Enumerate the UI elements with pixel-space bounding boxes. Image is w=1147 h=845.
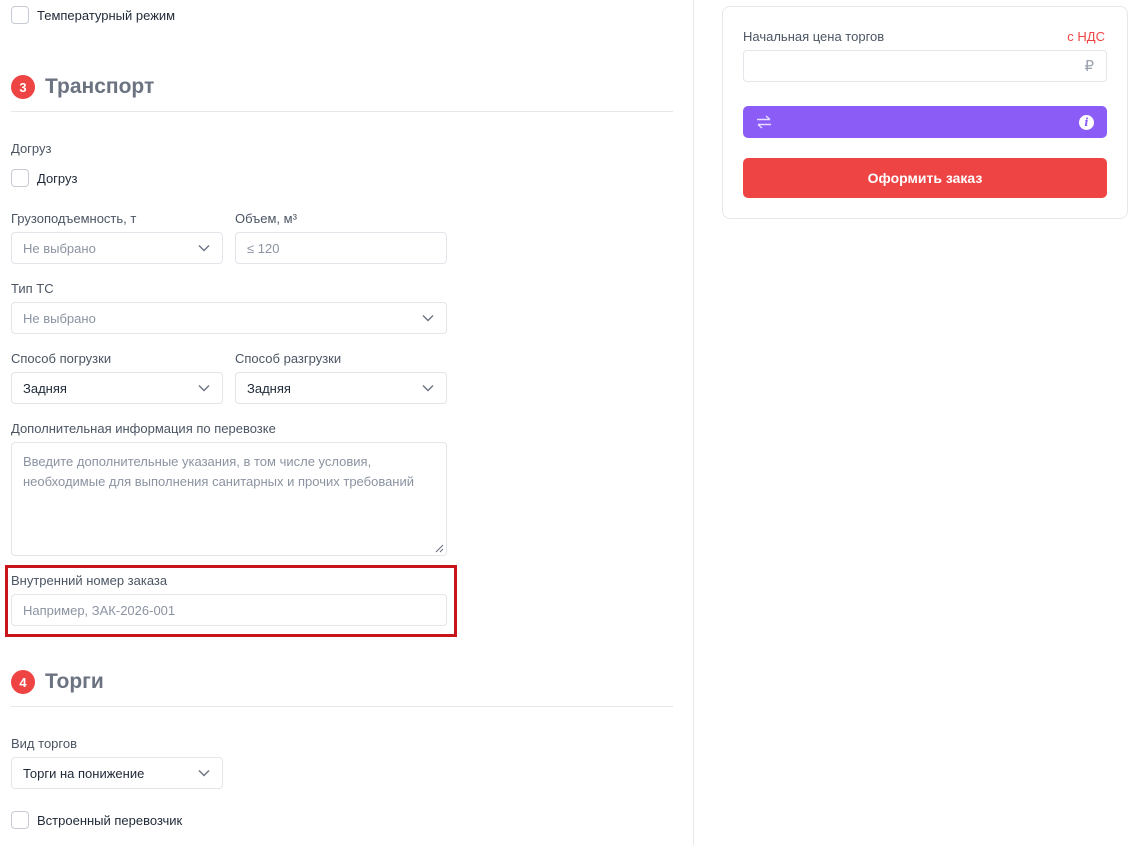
capacity-select-value: Не выбрано <box>23 240 96 256</box>
price-toggle-button[interactable]: i <box>743 106 1107 138</box>
capacity-label: Грузоподъемность, т <box>11 211 137 226</box>
chevron-down-icon <box>198 245 210 252</box>
loading-method-value: Задняя <box>23 380 67 396</box>
section-transport-header: 3 Транспорт <box>11 75 154 99</box>
vehicle-type-label: Тип ТС <box>11 281 54 296</box>
dogruz-group-label: Догруз <box>11 141 52 156</box>
dogruz-checkbox[interactable] <box>11 169 29 187</box>
step-badge-4: 4 <box>11 670 35 694</box>
internal-order-input[interactable]: Например, ЗАК-2026-001 <box>11 594 447 626</box>
submit-order-button[interactable]: Оформить заказ <box>743 158 1107 198</box>
loading-method-label: Способ погрузки <box>11 351 112 366</box>
ruble-icon: ₽ <box>1084 58 1094 75</box>
resize-grip-icon[interactable] <box>435 544 444 553</box>
info-icon[interactable]: i <box>1079 114 1094 130</box>
internal-order-placeholder: Например, ЗАК-2026-001 <box>23 602 176 618</box>
auction-type-value: Торги на понижение <box>23 765 145 781</box>
builtin-carrier-checkbox[interactable] <box>11 811 29 829</box>
chevron-down-icon <box>422 385 434 392</box>
volume-label: Объем, м³ <box>235 211 297 226</box>
dogruz-checkbox-label: Догруз <box>37 170 78 186</box>
section-title-transport: Транспорт <box>45 75 155 98</box>
builtin-carrier-label: Встроенный перевозчик <box>37 812 183 828</box>
temperature-mode-checkbox[interactable] <box>11 6 29 24</box>
section-auction-header: 4 Торги <box>11 670 104 694</box>
volume-input-placeholder: ≤ 120 <box>247 240 280 256</box>
additional-info-placeholder: Введите дополнительные указания, в том ч… <box>23 454 415 489</box>
start-price-label: Начальная цена торгов <box>743 29 885 44</box>
additional-info-textarea[interactable]: Введите дополнительные указания, в том ч… <box>11 442 447 556</box>
chevron-down-icon <box>198 385 210 392</box>
start-price-input[interactable]: ₽ <box>743 50 1107 82</box>
capacity-select[interactable]: Не выбрано <box>11 232 223 264</box>
vehicle-type-select-value: Не выбрано <box>23 310 96 326</box>
builtin-carrier-row[interactable]: Встроенный перевозчик <box>11 811 182 829</box>
swap-arrows-icon <box>757 115 771 129</box>
vehicle-type-select[interactable]: Не выбрано <box>11 302 447 334</box>
section-divider <box>11 706 673 707</box>
section-title-auction: Торги <box>45 670 104 693</box>
vat-label[interactable]: с НДС <box>1067 29 1105 44</box>
temperature-mode-label: Температурный режим <box>37 7 176 23</box>
volume-input[interactable]: ≤ 120 <box>235 232 447 264</box>
temperature-mode-row[interactable]: Температурный режим <box>11 6 175 24</box>
step-badge-3: 3 <box>11 75 35 99</box>
column-divider <box>693 0 694 845</box>
additional-info-label: Дополнительная информация по перевозке <box>11 421 276 436</box>
chevron-down-icon <box>422 315 434 322</box>
auction-type-select[interactable]: Торги на понижение <box>11 757 223 789</box>
unloading-method-select[interactable]: Задняя <box>235 372 447 404</box>
section-divider <box>11 111 673 112</box>
chevron-down-icon <box>198 770 210 777</box>
internal-order-label: Внутренний номер заказа <box>11 573 168 588</box>
loading-method-select[interactable]: Задняя <box>11 372 223 404</box>
dogruz-row[interactable]: Догруз <box>11 169 77 187</box>
unloading-method-value: Задняя <box>247 380 291 396</box>
auction-type-label: Вид торгов <box>11 736 77 751</box>
unloading-method-label: Способ разгрузки <box>235 351 342 366</box>
